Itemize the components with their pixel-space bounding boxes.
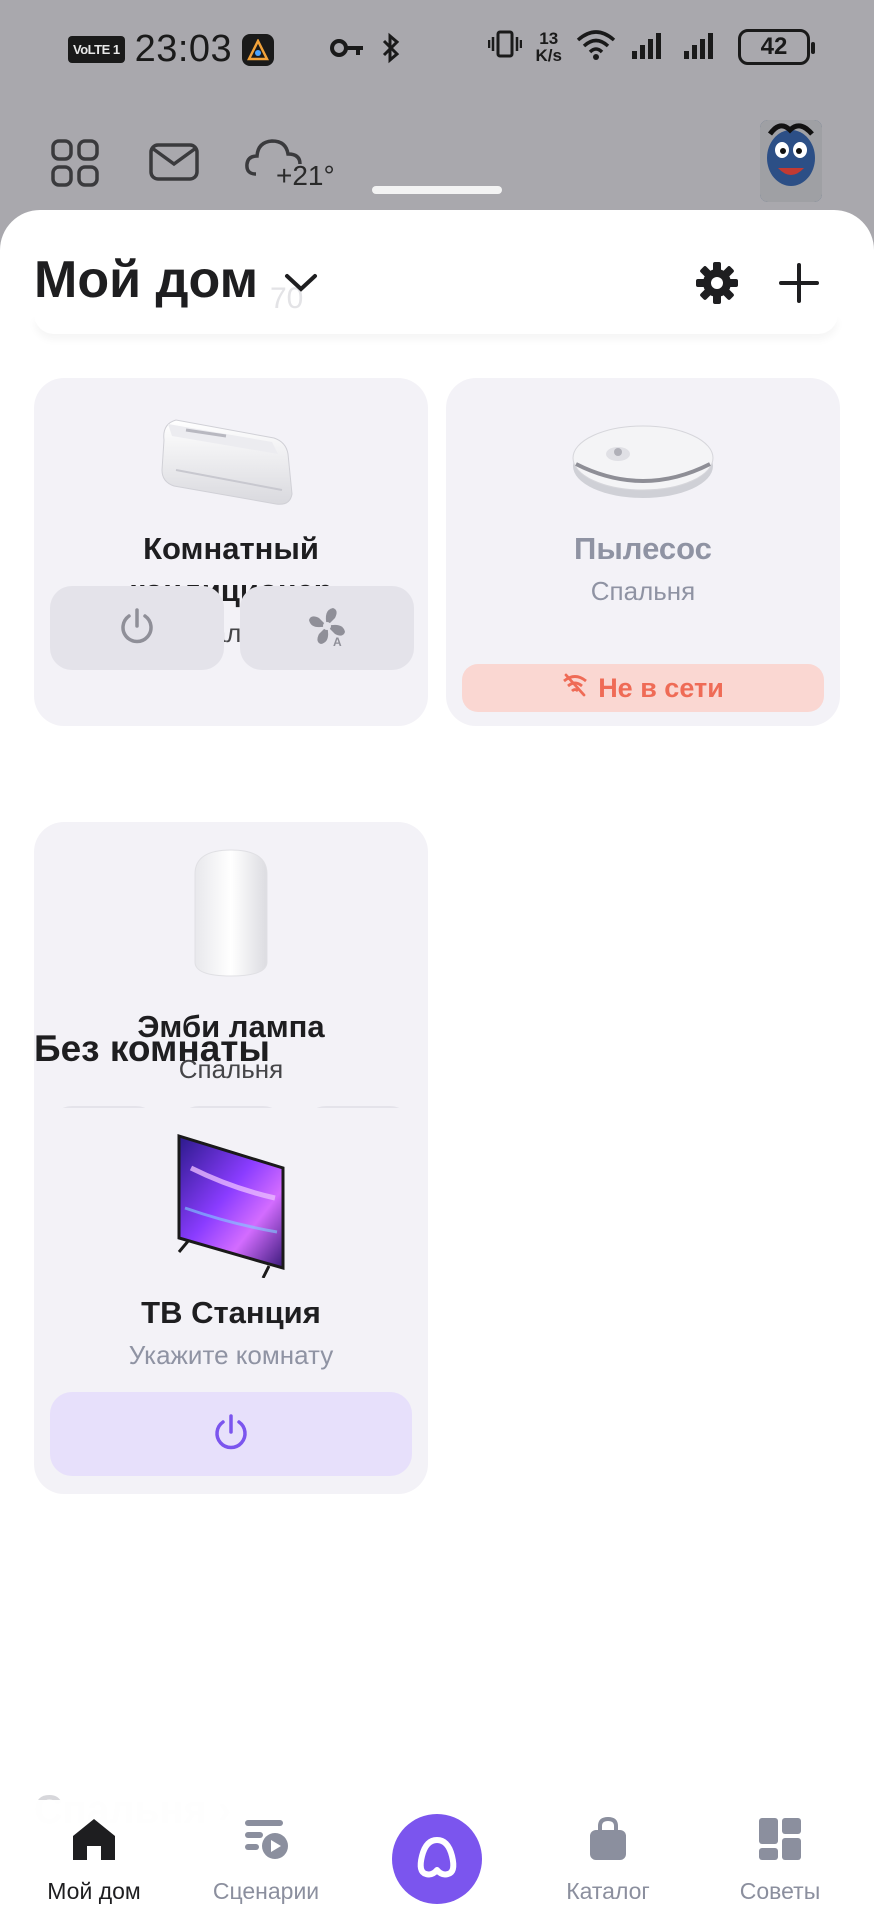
alice-button[interactable]: [392, 1814, 482, 1904]
chevron-down-icon[interactable]: [284, 272, 318, 299]
nav-tips-label: Советы: [739, 1878, 821, 1904]
wifi-off-icon: [562, 673, 588, 704]
nav-home-label: Мой дом: [47, 1878, 141, 1904]
ac-fan-mode-button[interactable]: A: [240, 586, 414, 670]
home-sheet: 70 Мой дом Комнатный кондиционер Спальня…: [0, 210, 874, 1920]
temperature[interactable]: +21°: [276, 160, 335, 192]
power-icon: [117, 606, 157, 651]
nav-catalog[interactable]: Каталог: [538, 1800, 678, 1920]
lamp-image: [181, 844, 281, 989]
device-card-tv-station[interactable]: ТВ Станция Укажите комнату: [34, 1108, 428, 1494]
catalog-icon: [586, 1816, 630, 1867]
add-icon[interactable]: [778, 262, 820, 309]
nav-scenarios[interactable]: Сценарии: [196, 1800, 336, 1920]
power-icon: [211, 1412, 251, 1457]
bluetooth-icon: [380, 32, 402, 69]
header: 70 Мой дом: [0, 210, 874, 334]
tv-station-image: [171, 1128, 291, 1283]
vacuum-image: [568, 414, 718, 509]
apps-grid-icon[interactable]: [50, 138, 100, 193]
signal-roaming-icon: [682, 29, 724, 64]
battery-indicator: 42: [738, 28, 815, 65]
key-icon: [330, 36, 366, 65]
tv-power-button[interactable]: [50, 1392, 412, 1476]
nav-scenarios-label: Сценарии: [212, 1878, 320, 1904]
device-title: ТВ Станция: [141, 1295, 321, 1330]
vibrate-icon: [487, 29, 522, 64]
nav-catalog-label: Каталог: [566, 1878, 650, 1904]
device-room: Спальня: [590, 576, 696, 606]
network-speed: 13 K/s: [536, 30, 562, 64]
device-card-air-conditioner[interactable]: Комнатный кондиционер Спальня A: [34, 378, 428, 726]
clock: 23:03: [134, 28, 233, 70]
avatar[interactable]: [760, 120, 822, 202]
fan-auto-icon: A: [305, 604, 349, 653]
home-title[interactable]: Мой дом: [34, 250, 258, 310]
air-conditioner-image: [156, 410, 306, 515]
scrolled-card-edge: [34, 314, 838, 334]
device-title: Пылесос: [574, 531, 712, 566]
launcher-row: +21°: [0, 120, 874, 210]
nav-tips[interactable]: Советы: [710, 1800, 850, 1920]
volte-indicator: VoLTE 1: [68, 36, 125, 63]
svg-text:A: A: [333, 635, 342, 648]
tips-icon: [757, 1816, 803, 1867]
wifi-icon: [576, 28, 616, 65]
ac-power-button[interactable]: [50, 586, 224, 670]
device-room-prompt[interactable]: Укажите комнату: [34, 1340, 428, 1371]
app-notification-icon: [242, 33, 275, 66]
bottom-navigation: Мой дом Сценарии Каталог Советы: [0, 1800, 874, 1920]
nav-home[interactable]: Мой дом: [24, 1800, 164, 1920]
home-icon: [69, 1816, 119, 1867]
alice-icon: [412, 1832, 462, 1887]
offline-status: Не в сети: [598, 672, 724, 703]
speed-unit: K/s: [535, 45, 562, 65]
section-title-no-room: Без комнаты: [34, 1028, 271, 1069]
device-title-line1: Комнатный: [143, 531, 319, 566]
status-bar: VoLTE 1 23:03 13 K/s 42: [0, 0, 874, 100]
settings-gear-icon[interactable]: [694, 260, 740, 311]
scenarios-icon: [241, 1816, 291, 1867]
offline-badge: Не в сети: [462, 664, 824, 712]
sheet-drag-handle[interactable]: [372, 186, 502, 194]
signal-icon: [630, 29, 668, 64]
mail-icon[interactable]: [148, 142, 200, 187]
